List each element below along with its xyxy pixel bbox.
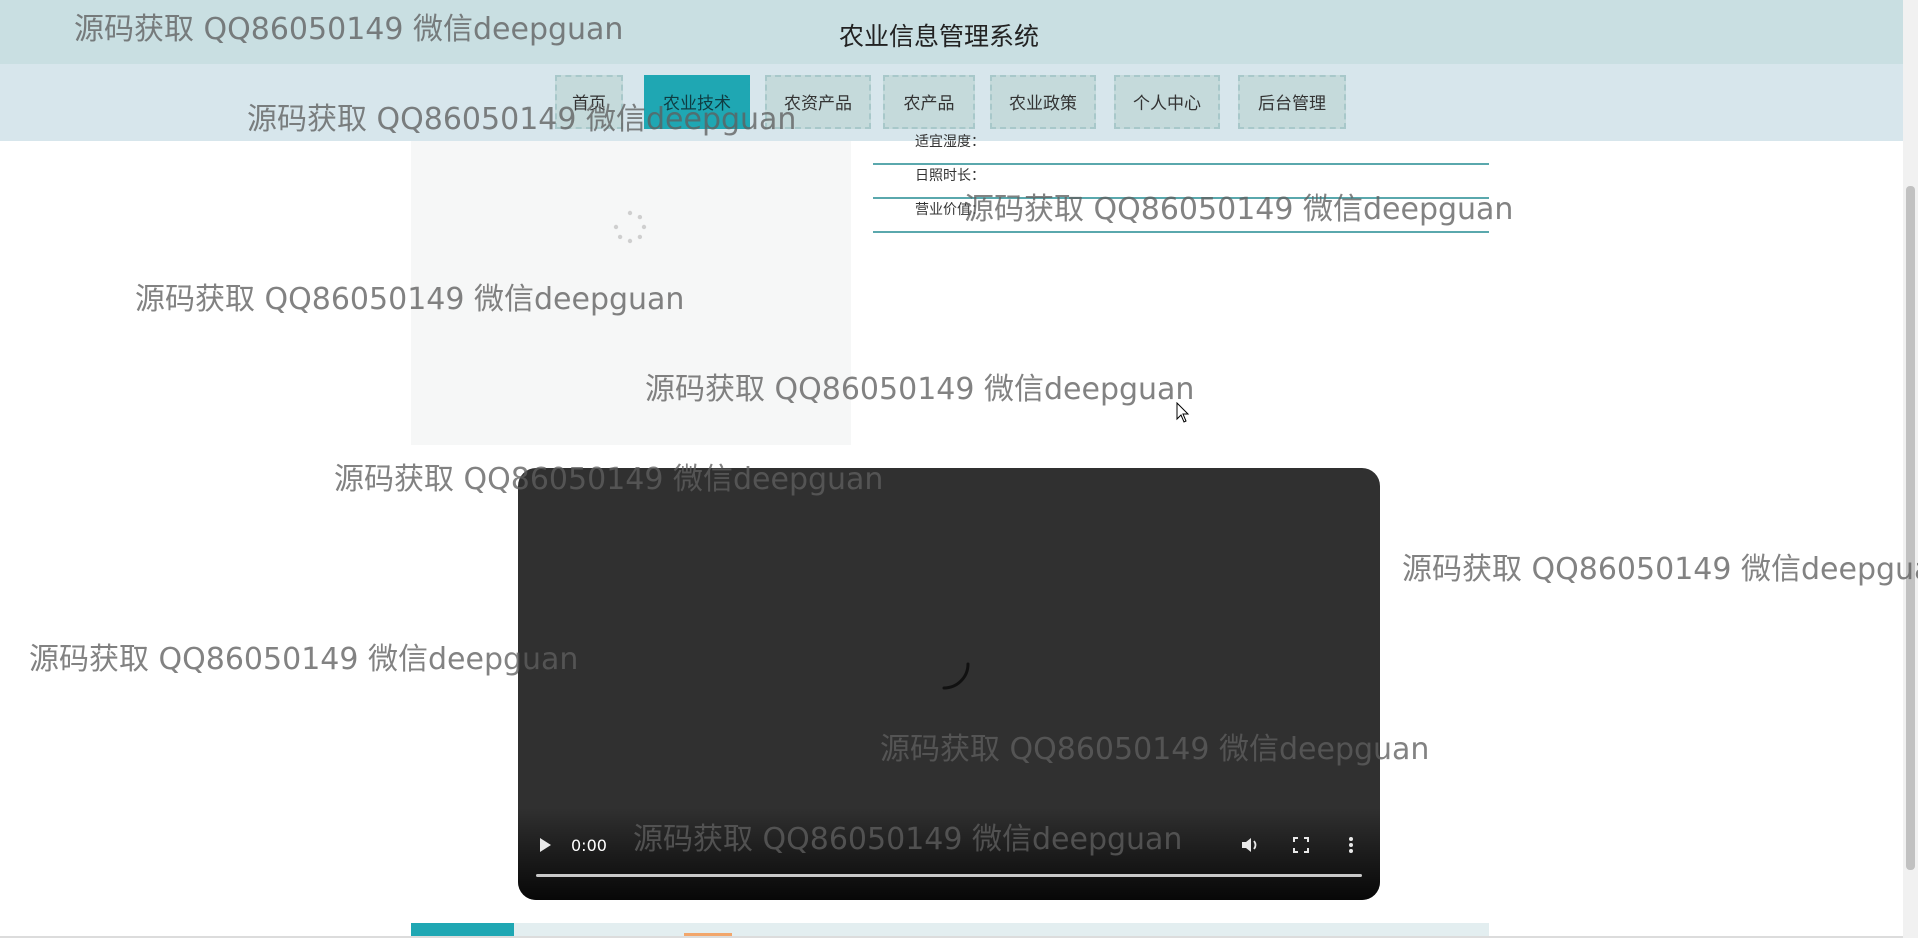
nav-item-agri-supplies[interactable]: 农资产品 (765, 75, 871, 129)
nav-item-user-center[interactable]: 个人中心 (1114, 75, 1220, 129)
more-options-icon[interactable] (1348, 836, 1354, 854)
video-controls-bar (518, 808, 1380, 900)
value-label: 营业价值： (915, 202, 985, 218)
watermark: 源码获取 QQ86050149 微信deepguan (1402, 552, 1918, 587)
nav-item-admin[interactable]: 后台管理 (1238, 75, 1346, 129)
detail-row-sunlight: 日照时长： (873, 165, 1489, 199)
watermark: 源码获取 QQ86050149 微信deepguan (29, 642, 579, 677)
video-player[interactable]: 0:00 (518, 468, 1380, 900)
humidity-label: 适宜湿度： (915, 134, 985, 150)
volume-icon[interactable] (1240, 836, 1260, 854)
mouse-cursor-icon (1176, 402, 1190, 423)
main-nav: 首页 农业技术 农资产品 农产品 农业政策 个人中心 后台管理 (0, 64, 1903, 141)
sunlight-label: 日照时长： (915, 168, 985, 184)
nav-item-agri-products[interactable]: 农产品 (883, 75, 975, 129)
header-bar: 农业信息管理系统 (0, 0, 1903, 64)
video-loading-spinner (942, 662, 970, 690)
nav-item-home[interactable]: 首页 (555, 75, 623, 129)
site-title: 农业信息管理系统 (838, 22, 1039, 51)
loading-icon (613, 210, 647, 244)
fullscreen-icon[interactable] (1293, 837, 1309, 853)
detail-row-value: 营业价值： (873, 199, 1489, 233)
play-icon[interactable] (538, 837, 552, 853)
nav-item-agri-tech[interactable]: 农业技术 (644, 75, 750, 129)
product-image-placeholder (411, 141, 851, 445)
video-progress-bar[interactable] (536, 874, 1362, 877)
scrollbar-thumb[interactable] (1906, 186, 1915, 870)
video-time-display: 0:00 (571, 836, 607, 855)
detail-row-humidity: 适宜湿度： (873, 131, 1489, 165)
nav-item-agri-policy[interactable]: 农业政策 (990, 75, 1096, 129)
